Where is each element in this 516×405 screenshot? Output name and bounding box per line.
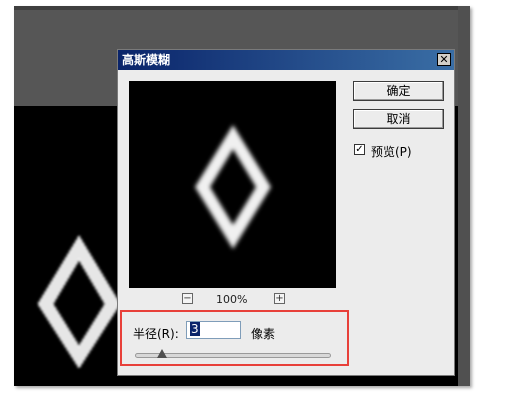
cancel-button[interactable]: 取消 <box>353 109 444 129</box>
zoom-level: 100% <box>216 293 248 306</box>
checkmark-icon: ✓ <box>355 144 364 155</box>
preview-window[interactable] <box>129 81 336 288</box>
zoom-in-button[interactable]: + <box>274 293 285 304</box>
zoom-out-button[interactable]: − <box>182 293 193 304</box>
workspace-scrollbar[interactable] <box>458 6 470 386</box>
workspace-top-band <box>14 6 470 10</box>
photoshop-workspace: 高斯模糊 ✕ − 100% + 确定 取消 ✓ 预览(P) 半径(R): 3 像… <box>14 6 470 386</box>
radius-unit-label: 像素 <box>251 327 276 341</box>
close-button[interactable]: ✕ <box>437 53 451 66</box>
radius-slider-thumb[interactable] <box>157 349 168 358</box>
radius-input[interactable]: 3 <box>186 321 241 339</box>
preview-checkbox[interactable]: ✓ <box>354 144 365 155</box>
dialog-titlebar[interactable]: 高斯模糊 ✕ <box>118 50 454 70</box>
gaussian-blur-dialog: 高斯模糊 ✕ − 100% + 确定 取消 ✓ 预览(P) 半径(R): 3 像… <box>117 49 455 376</box>
radius-label: 半径(R): <box>133 327 179 341</box>
dialog-title: 高斯模糊 <box>122 53 171 67</box>
canvas-diamond-shape <box>37 234 121 370</box>
radius-value: 3 <box>190 322 200 336</box>
preview-diamond-shape <box>195 125 271 249</box>
ok-button[interactable]: 确定 <box>353 81 444 101</box>
preview-checkbox-label: 预览(P) <box>371 145 412 159</box>
